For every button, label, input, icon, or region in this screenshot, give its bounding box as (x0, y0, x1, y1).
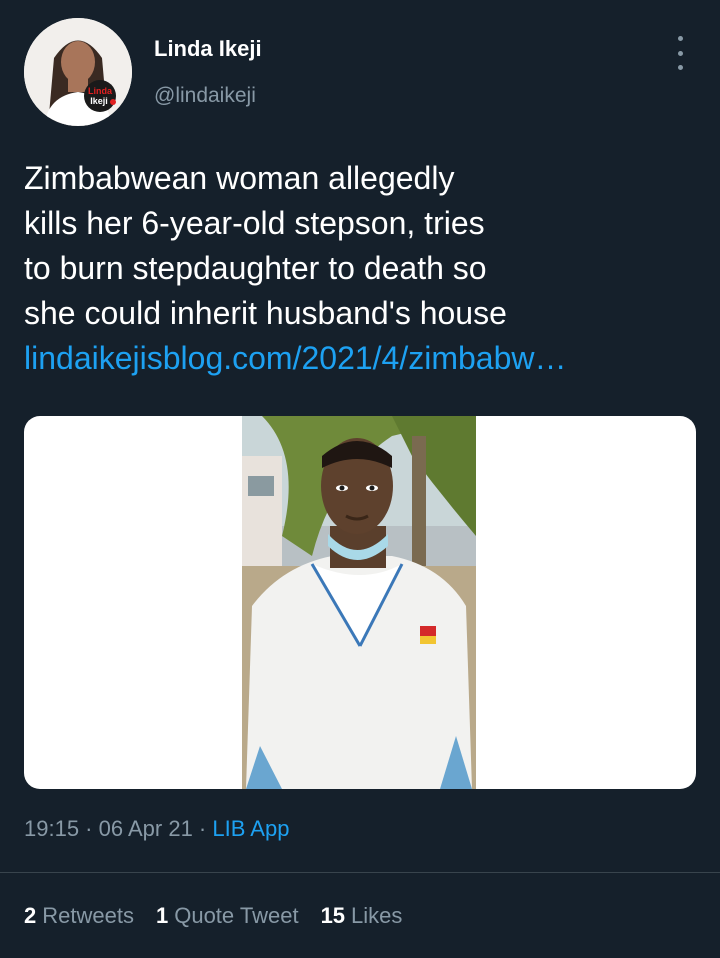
tweet-line: kills her 6-year-old stepson, tries (24, 205, 485, 241)
retweets-stat[interactable]: 2 Retweets (24, 903, 134, 929)
tweet-line: to burn stepdaughter to death so (24, 250, 487, 286)
avatar-image: Linda Ikeji (24, 18, 132, 126)
likes-label: Likes (351, 903, 403, 928)
svg-text:Ikeji: Ikeji (90, 96, 108, 106)
quote-tweets-stat[interactable]: 1 Quote Tweet (156, 903, 299, 929)
tweet-source-link[interactable]: LIB App (212, 816, 289, 841)
tweet-text: Zimbabwean woman allegedly kills her 6-y… (24, 156, 674, 381)
tweet-time[interactable]: 19:15 (24, 816, 79, 841)
retweets-count: 2 (24, 903, 37, 928)
meta-separator: · (192, 816, 213, 841)
tweet-meta: 19:15 · 06 Apr 21 · LIB App (24, 816, 289, 842)
tweet-photo (242, 416, 476, 789)
tweet-line: she could inherit husband's house (24, 295, 507, 331)
retweets-label: Retweets (42, 903, 134, 928)
quote-tweets-label: Quote Tweet (174, 903, 299, 928)
divider (0, 872, 720, 873)
author-handle[interactable]: @lindaikeji (154, 84, 256, 108)
author-name[interactable]: Linda Ikeji (154, 36, 262, 62)
tweet-stats: 2 Retweets 1 Quote Tweet 15 Likes (24, 903, 402, 929)
quote-tweets-count: 1 (155, 903, 169, 928)
media-card[interactable] (24, 416, 696, 789)
more-options-icon[interactable] (670, 36, 690, 70)
meta-separator: · (79, 816, 99, 841)
svg-text:Linda: Linda (88, 86, 113, 96)
avatar[interactable]: Linda Ikeji (24, 18, 132, 126)
tweet-line: Zimbabwean woman allegedly (24, 160, 455, 196)
likes-stat[interactable]: 15 Likes (321, 903, 403, 929)
likes-count: 15 (320, 903, 346, 928)
tweet-link[interactable]: lindaikejisblog.com/2021/4/zimbabw… (24, 336, 674, 381)
tweet-date[interactable]: 06 Apr 21 (99, 816, 193, 841)
tweet-header: Linda Ikeji Linda Ikeji @lindaikeji (24, 18, 696, 128)
